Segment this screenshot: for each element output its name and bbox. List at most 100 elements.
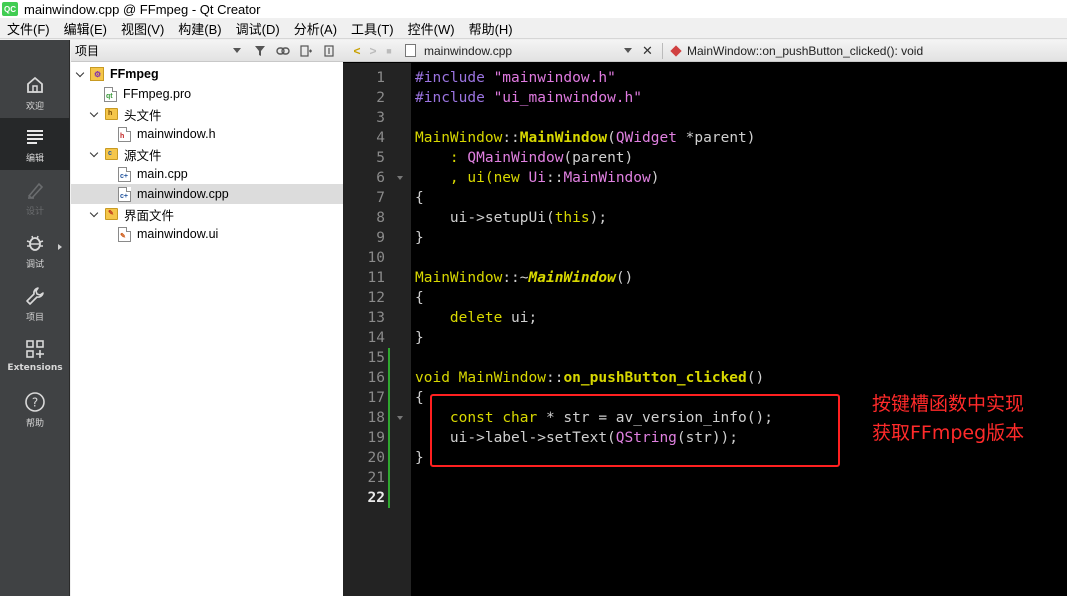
chevron-down-icon[interactable] (89, 148, 99, 159)
close-document-icon[interactable]: ✕ (642, 43, 656, 59)
menu-widgets[interactable]: 控件(W) (401, 19, 462, 38)
menu-analyze[interactable]: 分析(A) (287, 19, 344, 38)
pro-file-icon: qt (104, 86, 117, 102)
code-line-20: } (415, 450, 424, 466)
tree-item-label: 界面文件 (124, 208, 175, 223)
cpp-file-icon: c+ (118, 186, 131, 202)
mode-extensions[interactable]: Extensions (0, 330, 70, 382)
edit-icon (24, 126, 46, 148)
mode-projects[interactable]: 项目 (0, 277, 70, 329)
fold-marker-icon[interactable] (397, 176, 403, 180)
code-editor[interactable]: < > ■ mainwindow.cpp ✕ MainWindow::on_pu… (343, 40, 1067, 596)
tree-item-label: 头文件 (124, 108, 162, 123)
project-view-selector[interactable]: 项目 (75, 42, 233, 59)
home-icon (24, 74, 46, 96)
tree-item-mainwindow-ui[interactable]: ✎ mainwindow.ui (71, 224, 343, 244)
line-number: 5 (376, 150, 385, 166)
line-number: 4 (376, 130, 385, 146)
current-symbol: MainWindow::on_pushButton_clicked(): voi… (687, 43, 924, 58)
menu-view[interactable]: 视图(V) (114, 19, 171, 38)
cpp-file-icon (405, 44, 416, 57)
code-line-7: { (415, 190, 424, 206)
mode-welcome[interactable]: 欢迎 (0, 66, 70, 118)
line-number: 10 (367, 250, 385, 266)
line-number: 16 (367, 370, 385, 386)
qt-creator-logo: QC (2, 2, 18, 16)
title-bar: QC mainwindow.cpp @ FFmpeg - Qt Creator (0, 0, 1067, 18)
back-arrow-icon[interactable]: < (349, 43, 365, 59)
tree-item-mainwindow-cpp[interactable]: c+ mainwindow.cpp (71, 184, 343, 204)
line-number: 6 (376, 170, 385, 186)
code-line-11: MainWindow::~MainWindow() (415, 270, 634, 286)
line-number: 8 (376, 210, 385, 226)
forms-folder-icon: ✎ (105, 208, 118, 220)
line-number: 12 (367, 290, 385, 306)
tree-item-label: mainwindow.cpp (137, 187, 229, 201)
mode-help[interactable]: ? 帮助 (0, 383, 70, 435)
ui-file-icon: ✎ (118, 226, 131, 242)
symbol-selector[interactable]: MainWindow::on_pushButton_clicked(): voi… (670, 43, 924, 58)
editor-toolbar: < > ■ mainwindow.cpp ✕ MainWindow::on_pu… (343, 40, 1067, 62)
line-number: 17 (367, 390, 385, 406)
h-file-icon: h (118, 126, 131, 142)
annotation-line-2: 获取FFmpeg版本 (872, 422, 1025, 444)
code-line-17: { (415, 390, 424, 406)
menu-debug[interactable]: 调试(D) (229, 19, 287, 38)
mode-sidebar: 欢迎 编辑 设计 调试 项目 Extensions ? 帮助 (0, 40, 70, 596)
code-line-4: MainWindow::MainWindow(QWidget *parent) (415, 130, 756, 146)
tree-item-source-folder[interactable]: c 源文件 (71, 144, 343, 164)
chevron-down-icon[interactable] (624, 48, 632, 53)
menu-help[interactable]: 帮助(H) (462, 19, 520, 38)
line-number: 11 (367, 270, 385, 286)
highlight-box (430, 394, 840, 467)
chevron-down-icon[interactable] (89, 108, 99, 119)
source-folder-icon: c (105, 148, 118, 160)
tree-item-pro-file[interactable]: qt FFmpeg.pro (71, 84, 343, 104)
tree-item-label: 源文件 (124, 148, 162, 163)
mode-edit[interactable]: 编辑 (0, 118, 70, 170)
line-number: 14 (367, 330, 385, 346)
svg-text:?: ? (32, 396, 38, 410)
menu-tools[interactable]: 工具(T) (344, 19, 401, 38)
forward-arrow-icon[interactable]: > (365, 43, 381, 59)
code-line-2: #include "ui_mainwindow.h" (415, 90, 642, 106)
code-line-16: void MainWindow::on_pushButton_clicked() (415, 370, 765, 386)
cpp-file-icon: c+ (118, 166, 131, 182)
chevron-down-icon[interactable] (75, 68, 85, 79)
open-document-selector[interactable]: mainwindow.cpp (424, 44, 624, 58)
menu-bar: 文件(F) 编辑(E) 视图(V) 构建(B) 调试(D) 分析(A) 工具(T… (0, 18, 1067, 39)
tree-item-ffmpeg-project[interactable]: ⚙ FFmpeg (71, 64, 343, 84)
mode-debug-label: 调试 (25, 260, 44, 270)
project-pane: 项目 ⚙ FFmpeg qt FFmpeg.pro h 头文件 h mainwi… (71, 40, 343, 596)
extensions-icon (24, 338, 46, 360)
menu-edit[interactable]: 编辑(E) (57, 19, 114, 38)
tree-item-forms-folder[interactable]: ✎ 界面文件 (71, 204, 343, 224)
current-line-number: 22 (367, 490, 385, 506)
code-line-6: , ui(new Ui::MainWindow) (415, 170, 660, 186)
line-number: 3 (376, 110, 385, 126)
chevron-down-icon[interactable] (89, 208, 99, 219)
link-icon[interactable] (274, 43, 292, 59)
line-number: 15 (367, 350, 385, 366)
split-icon[interactable] (297, 43, 315, 59)
line-number: 18 (367, 410, 385, 426)
header-folder-icon: h (105, 108, 118, 120)
help-icon: ? (24, 391, 46, 413)
mode-design[interactable]: 设计 (0, 171, 70, 223)
debug-icon (24, 232, 46, 254)
tree-item-main-cpp[interactable]: c+ main.cpp (71, 164, 343, 184)
fold-marker-icon[interactable] (397, 416, 403, 420)
tree-item-mainwindow-h[interactable]: h mainwindow.h (71, 124, 343, 144)
mode-debug[interactable]: 调试 (0, 224, 70, 276)
code-line-5: : QMainWindow(parent) (415, 150, 634, 166)
menu-build[interactable]: 构建(B) (171, 19, 228, 38)
code-line-9: } (415, 230, 424, 246)
line-number: 9 (376, 230, 385, 246)
tree-item-header-folder[interactable]: h 头文件 (71, 104, 343, 124)
chevron-down-icon[interactable] (233, 48, 241, 53)
filter-icon[interactable] (251, 43, 269, 59)
tree-item-label: mainwindow.ui (137, 227, 219, 241)
code-line-8: ui->setupUi(this); (415, 210, 608, 226)
menu-file[interactable]: 文件(F) (0, 19, 57, 38)
close-pane-icon[interactable] (320, 43, 338, 59)
